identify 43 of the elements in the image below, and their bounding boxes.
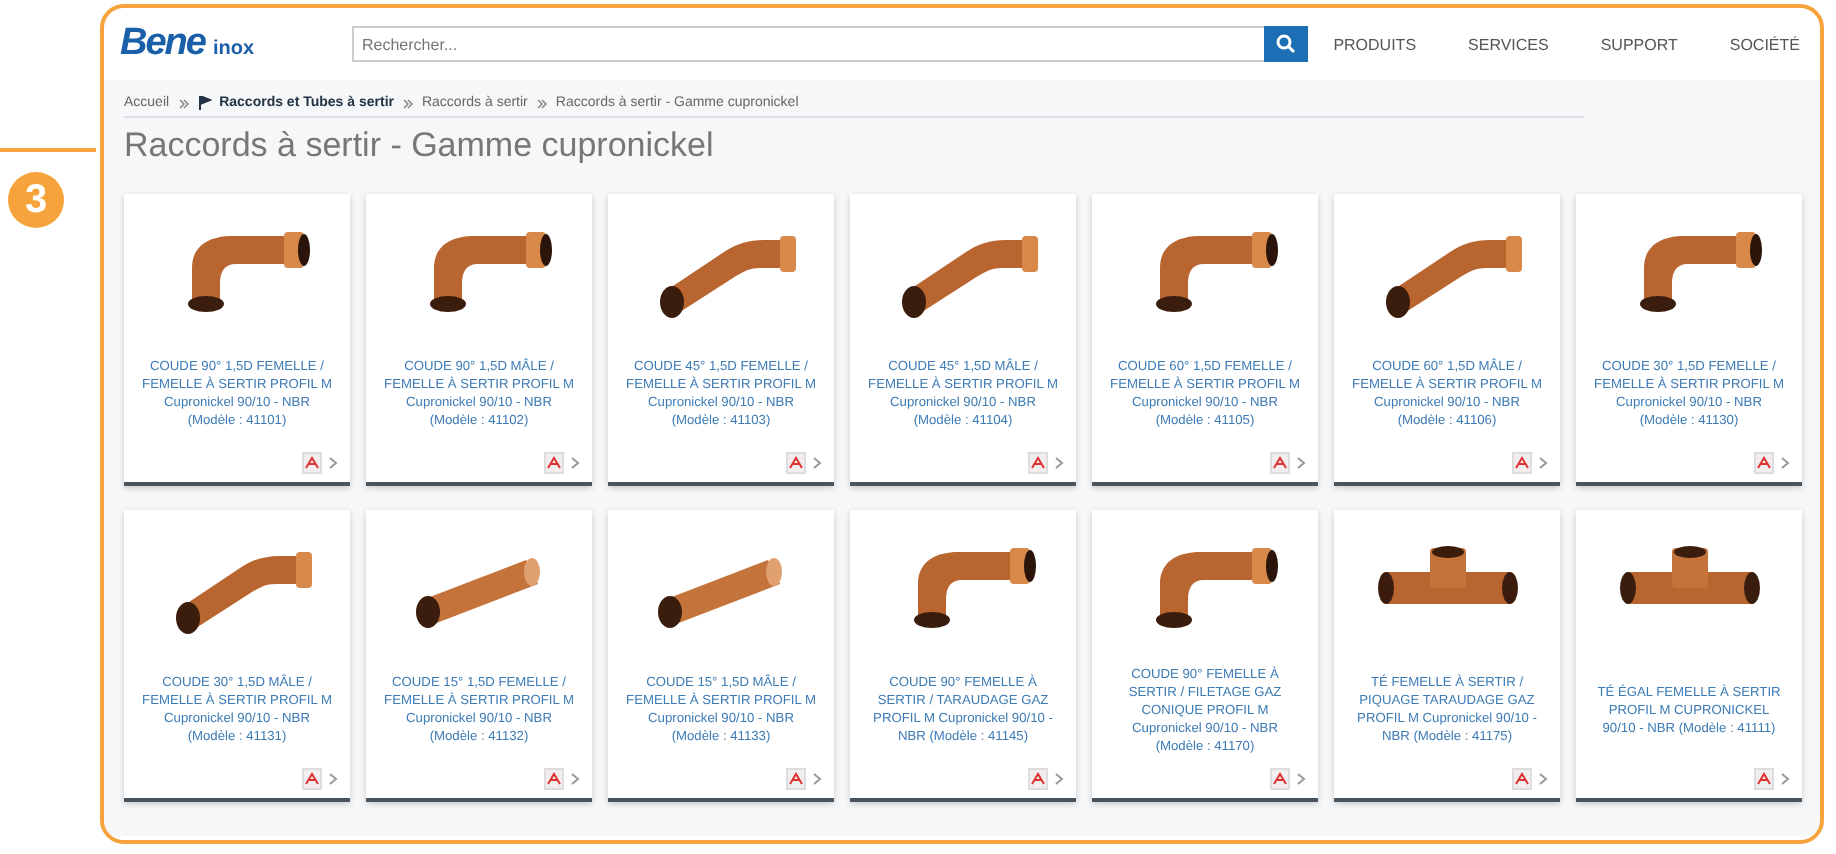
chevron-right-icon[interactable] [1538, 771, 1548, 785]
search-button[interactable] [1264, 26, 1308, 62]
pdf-icon[interactable] [1512, 767, 1532, 789]
pdf-icon[interactable] [302, 451, 322, 473]
logo-subtext[interactable]: inox [212, 38, 255, 60]
separator-icon [401, 97, 414, 109]
pdf-icon[interactable] [1028, 767, 1048, 789]
chevron-right-icon[interactable] [812, 455, 822, 469]
pdf-icon[interactable] [1754, 767, 1774, 789]
chevron-right-icon[interactable] [1538, 455, 1548, 469]
pdf-icon[interactable] [1754, 451, 1774, 473]
chevron-right-icon[interactable] [328, 455, 338, 469]
chevron-right-icon[interactable] [1296, 771, 1306, 785]
chevron-right-icon[interactable] [1054, 455, 1064, 469]
chevron-right-icon[interactable] [1054, 771, 1064, 785]
chevron-right-icon[interactable] [328, 771, 338, 785]
search-field[interactable]: Rechercher... [352, 26, 1264, 62]
chevron-right-icon[interactable] [1780, 771, 1790, 785]
pdf-icon[interactable] [786, 767, 806, 789]
pdf-icon[interactable] [544, 767, 564, 789]
nav-link[interactable]: SERVICES [1468, 35, 1549, 53]
chevron-right-icon[interactable] [812, 771, 822, 785]
logo-text[interactable]: Bene [120, 22, 205, 66]
pdf-icon[interactable] [544, 451, 564, 473]
separator-icon [535, 97, 548, 109]
flag-icon [197, 96, 212, 110]
page-title: Raccords à sertir - Gamme cupronickel [124, 126, 716, 166]
step-number-badge: 3 [8, 172, 64, 228]
chevron-right-icon[interactable] [570, 455, 580, 469]
pdf-icon[interactable] [1028, 451, 1048, 473]
pdf-icon[interactable] [1512, 451, 1532, 473]
nav-link[interactable]: PRODUITS [1333, 35, 1417, 53]
chevron-right-icon[interactable] [1780, 455, 1790, 469]
nav-link[interactable]: SUPPORT [1600, 35, 1678, 53]
pdf-icon[interactable] [786, 451, 806, 473]
chevron-right-icon[interactable] [570, 771, 580, 785]
pdf-icon[interactable] [1270, 451, 1290, 473]
separator-icon [177, 97, 190, 109]
nav-link[interactable]: SOCIÉTÉ [1729, 35, 1800, 53]
pdf-icon[interactable] [302, 767, 322, 789]
chevron-right-icon[interactable] [1296, 455, 1306, 469]
pdf-icon[interactable] [1270, 767, 1290, 789]
search-icon [1276, 34, 1296, 54]
